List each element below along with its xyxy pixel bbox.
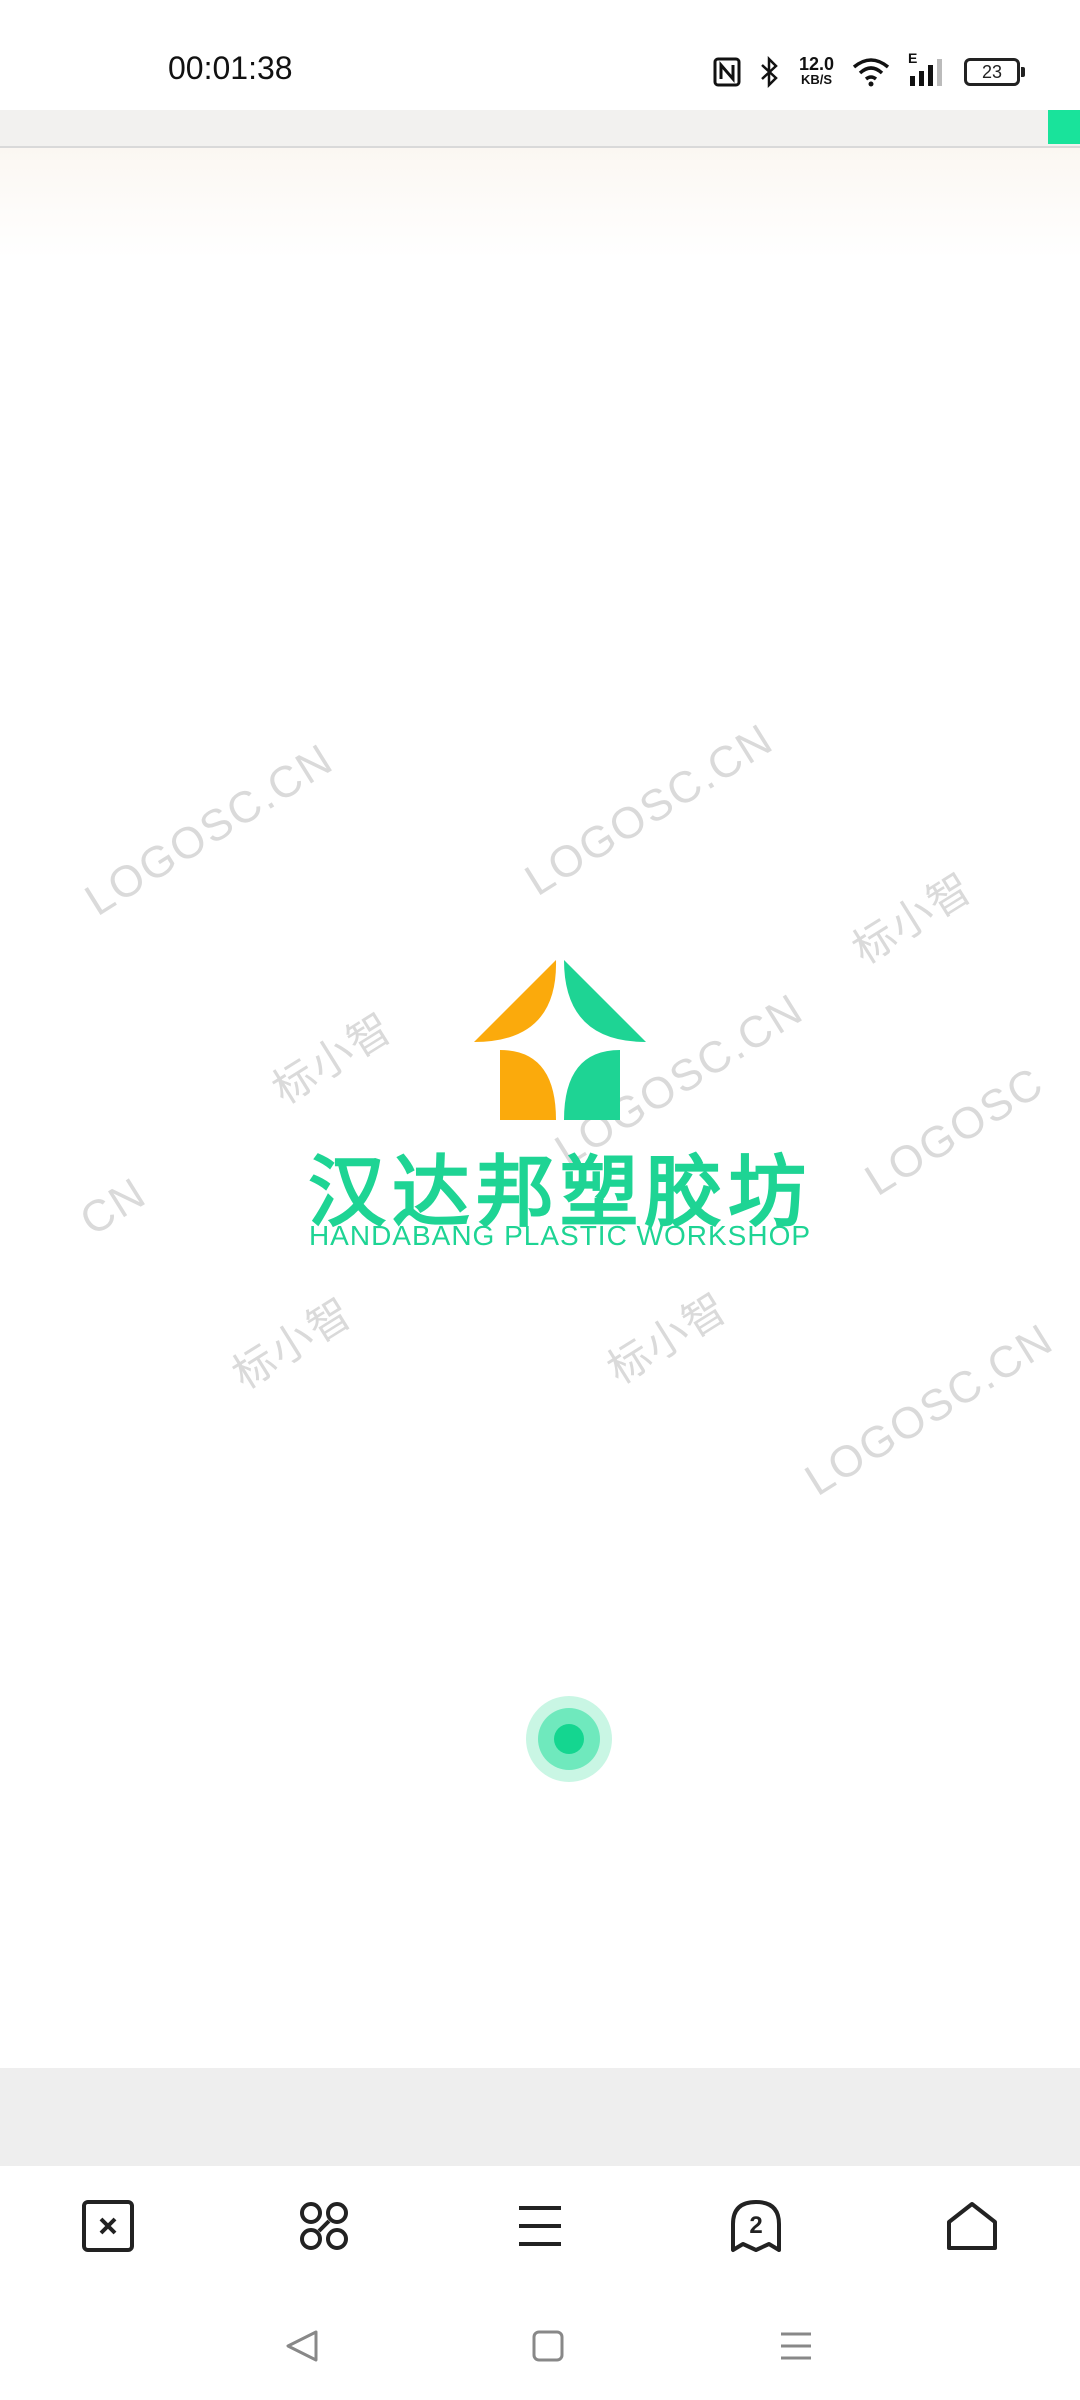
watermark: LOGOSC — [856, 1057, 1053, 1206]
page-load-progress-fill — [1047, 110, 1080, 144]
home-nav-button[interactable] — [518, 2316, 578, 2376]
command-button[interactable] — [284, 2186, 364, 2266]
watermark: 标小智 — [844, 863, 981, 973]
nfc-icon — [713, 57, 741, 87]
loading-indicator — [526, 1696, 612, 1782]
status-time: 00:01:38 — [168, 50, 293, 86]
home-square-icon — [532, 2330, 564, 2362]
back-button[interactable] — [272, 2316, 332, 2376]
battery-level: 23 — [981, 61, 1003, 82]
watermark: LOGOSC.CN — [796, 1314, 1062, 1506]
status-icons: 12.0 KB/S E 23 — [713, 50, 1025, 92]
battery-icon: 23 — [964, 58, 1025, 86]
recents-icon — [781, 2332, 811, 2360]
back-icon — [286, 2330, 318, 2362]
menu-button[interactable] — [500, 2186, 580, 2266]
bottom-gray-band — [0, 2068, 1080, 2166]
menu-icon — [519, 2206, 561, 2246]
home-button[interactable] — [932, 2186, 1012, 2266]
command-icon — [300, 2202, 348, 2250]
browser-toolbar: 2 — [0, 2166, 1080, 2286]
watermark: 标小智 — [599, 1283, 736, 1393]
system-nav-bar — [0, 2286, 1080, 2400]
wifi-icon — [852, 58, 890, 87]
home-icon — [947, 2202, 997, 2250]
tabs-button[interactable]: 2 — [716, 2186, 796, 2266]
watermark: LOGOSC.CN — [76, 734, 342, 926]
watermark: LOGOSC.CN — [516, 714, 782, 906]
network-speed: 12.0 KB/S — [798, 54, 834, 87]
tab-count: 2 — [749, 2212, 763, 2239]
page-load-progress — [0, 110, 1080, 148]
brand-name-en: HANDABANG PLASTIC WORKSHOP — [308, 1220, 812, 1251]
brand-logo: 汉达邦塑胶坊 HANDABANG PLASTIC WORKSHOP — [290, 960, 830, 1260]
close-tab-button[interactable] — [68, 2186, 148, 2266]
watermark: 标小智 — [224, 1288, 361, 1398]
bluetooth-icon — [761, 56, 778, 88]
recents-button[interactable] — [766, 2316, 826, 2376]
close-tab-icon — [82, 2200, 134, 2252]
signal-icon: E — [908, 50, 946, 88]
loading-dot — [554, 1724, 584, 1754]
top-gradient — [0, 148, 1080, 258]
house-logo-icon — [474, 960, 646, 1120]
watermark: CN — [71, 1167, 156, 1246]
status-bar: 00:01:38 12.0 KB/S E 23 — [0, 0, 1080, 110]
